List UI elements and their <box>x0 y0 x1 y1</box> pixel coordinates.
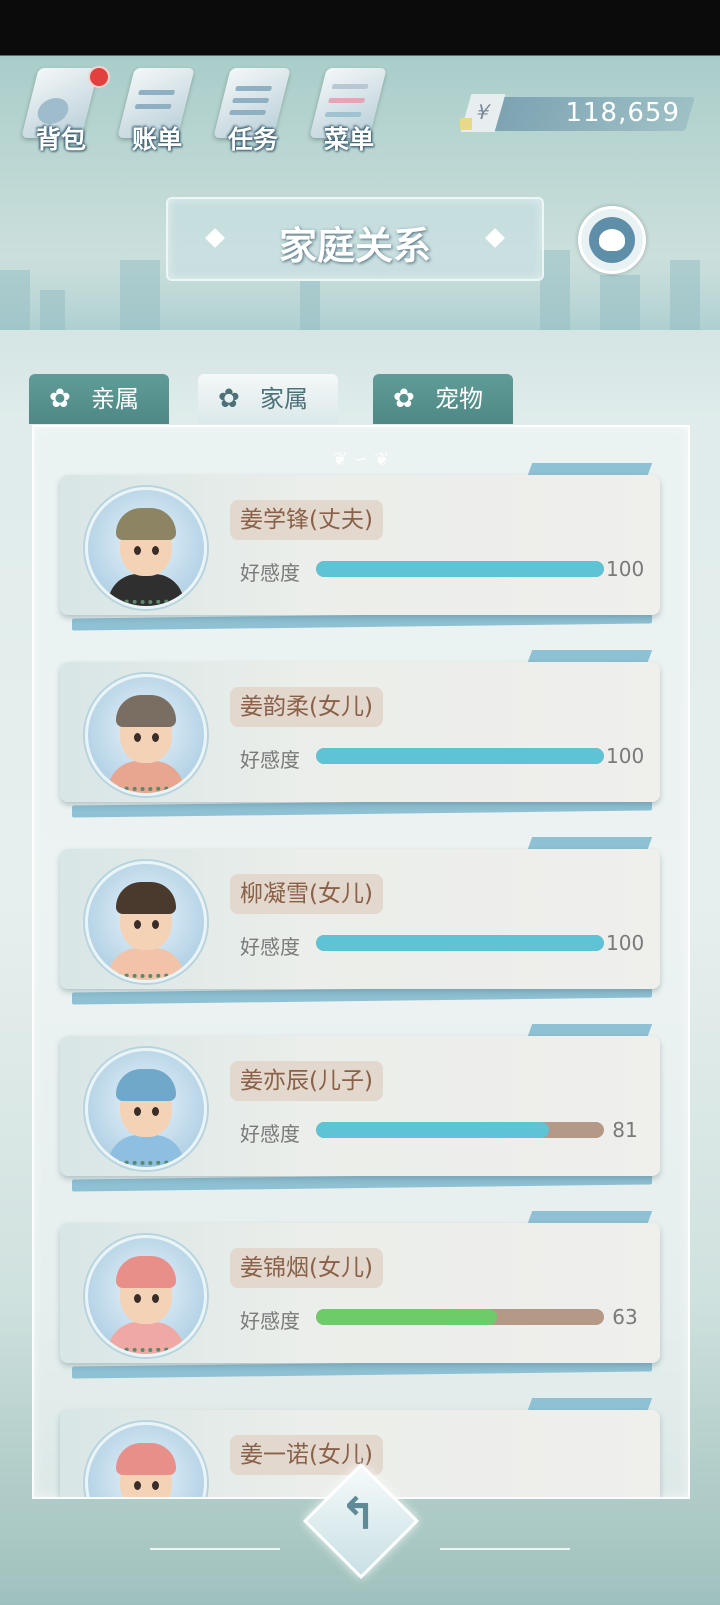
affection-label: 好感度 <box>240 748 300 772</box>
member-avatar[interactable] <box>85 1235 207 1357</box>
affection-value: 100 <box>606 744 645 768</box>
member-card[interactable]: 姜韵柔(女儿) 好感度 100 <box>60 650 660 818</box>
member-name: 柳凝雪(女儿) <box>230 874 383 914</box>
affection-bar <box>316 1122 604 1138</box>
affection-label: 好感度 <box>240 561 300 585</box>
member-avatar[interactable] <box>85 487 207 609</box>
flower-icon: ✿ <box>393 384 415 414</box>
notification-badge <box>88 66 110 88</box>
member-name: 姜学锋(丈夫) <box>230 500 383 540</box>
tab-pets-label: 宠物 <box>435 385 483 413</box>
affection-bar <box>316 935 604 951</box>
member-list-panel[interactable]: ❦ ∽ ❦ 姜学锋(丈夫) 好感度 100 姜韵柔(女儿) 好感度 100 柳凝雪(女儿) 好… <box>32 425 690 1499</box>
member-avatar[interactable] <box>85 861 207 983</box>
member-name: 姜锦烟(女儿) <box>230 1248 383 1288</box>
tab-family-label: 家属 <box>260 385 308 413</box>
page-title: 家庭关系 <box>278 224 431 268</box>
nav-menu-label: 菜单 <box>323 125 374 154</box>
affection-label: 好感度 <box>240 1309 300 1333</box>
member-card[interactable]: 姜锦烟(女儿) 好感度 63 <box>60 1211 660 1379</box>
page-title-box: 家庭关系 <box>166 197 544 281</box>
status-bar <box>0 0 720 55</box>
deco-line-right <box>440 1548 570 1550</box>
member-card[interactable]: 柳凝雪(女儿) 好感度 100 <box>60 837 660 1005</box>
nav-menu[interactable]: 菜单 <box>304 62 394 157</box>
member-avatar[interactable] <box>85 674 207 796</box>
flower-icon: ✿ <box>218 384 240 414</box>
back-arrow-icon[interactable]: ↰ <box>333 1490 383 1540</box>
nav-bill[interactable]: 账单 <box>112 62 202 157</box>
affection-label: 好感度 <box>240 1122 300 1146</box>
member-name: 姜亦辰(儿子) <box>230 1061 383 1101</box>
affection-bar <box>316 561 604 577</box>
nav-bag-label: 背包 <box>35 125 86 154</box>
nav-task[interactable]: 任务 <box>208 62 298 157</box>
affection-bar <box>316 1309 604 1325</box>
tab-relatives-label: 亲属 <box>91 385 139 413</box>
currency-value: 118,659 <box>565 98 680 128</box>
deco-line-left <box>150 1548 280 1550</box>
nav-bill-label: 账单 <box>131 125 182 154</box>
affection-bar <box>316 748 604 764</box>
gold-marker <box>460 118 472 130</box>
flower-icon: ✿ <box>49 384 71 414</box>
member-name: 姜韵柔(女儿) <box>230 687 383 727</box>
tab-family[interactable]: ✿ 家属 <box>198 374 338 424</box>
nav-task-label: 任务 <box>227 125 278 154</box>
ornament-icon: ❦ ∽ ❦ <box>332 449 390 470</box>
member-card[interactable]: 姜学锋(丈夫) 好感度 100 <box>60 463 660 631</box>
member-card[interactable]: 姜亦辰(儿子) 好感度 81 <box>60 1024 660 1192</box>
affection-value: 100 <box>606 557 645 581</box>
affection-value: 100 <box>606 931 645 955</box>
tab-pets[interactable]: ✿ 宠物 <box>373 374 513 424</box>
member-avatar[interactable] <box>85 1048 207 1170</box>
family-icon[interactable] <box>578 206 646 274</box>
affection-value: 81 <box>612 1118 638 1142</box>
tab-relatives[interactable]: ✿ 亲属 <box>29 374 169 424</box>
affection-value: 63 <box>612 1305 638 1329</box>
affection-label: 好感度 <box>240 935 300 959</box>
